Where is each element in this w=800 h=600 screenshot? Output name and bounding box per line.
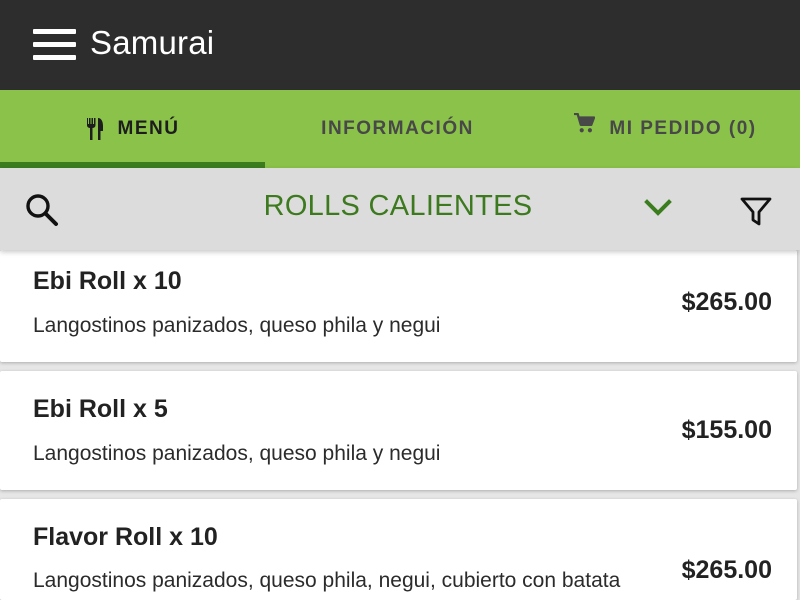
- product-description: Langostinos panizados, queso phila y neg…: [33, 442, 441, 465]
- product-price: $265.00: [681, 556, 772, 584]
- product-description: Langostinos panizados, queso phila y neg…: [33, 314, 441, 337]
- tab-menu[interactable]: MENÚ: [0, 90, 265, 168]
- shopping-cart-icon: [573, 113, 596, 133]
- product-name: Flavor Roll x 10: [33, 523, 218, 551]
- app-title: Samurai: [90, 24, 215, 61]
- tab-menu-label: MENÚ: [117, 118, 180, 139]
- product-card[interactable]: Flavor Roll x 10 Langostinos panizados, …: [0, 499, 797, 600]
- search-icon[interactable]: [24, 192, 60, 228]
- product-description: Langostinos panizados, queso phila, negu…: [33, 569, 621, 600]
- product-price: $155.00: [681, 416, 772, 444]
- product-card[interactable]: Ebi Roll x 10 Langostinos panizados, que…: [0, 250, 797, 362]
- tab-mi-pedido-label: MI PEDIDO (0): [609, 118, 757, 139]
- product-name: Ebi Roll x 10: [33, 267, 182, 295]
- tab-informacion-label: INFORMACIÓN: [321, 118, 474, 139]
- funnel-icon[interactable]: [738, 193, 774, 229]
- product-price: $265.00: [681, 288, 772, 316]
- product-card[interactable]: Ebi Roll x 5 Langostinos panizados, ques…: [0, 371, 797, 490]
- fork-knife-icon: [86, 118, 104, 140]
- tab-mi-pedido[interactable]: MI PEDIDO (0): [530, 90, 800, 168]
- category-selector[interactable]: ROLLS CALIENTES: [220, 190, 576, 223]
- tab-informacion[interactable]: INFORMACIÓN: [265, 90, 530, 168]
- chevron-down-icon[interactable]: [642, 194, 674, 222]
- product-name: Ebi Roll x 5: [33, 395, 168, 423]
- tab-bar: MENÚ INFORMACIÓN MI PEDIDO (0): [0, 90, 800, 168]
- hamburger-menu-icon[interactable]: [33, 29, 76, 61]
